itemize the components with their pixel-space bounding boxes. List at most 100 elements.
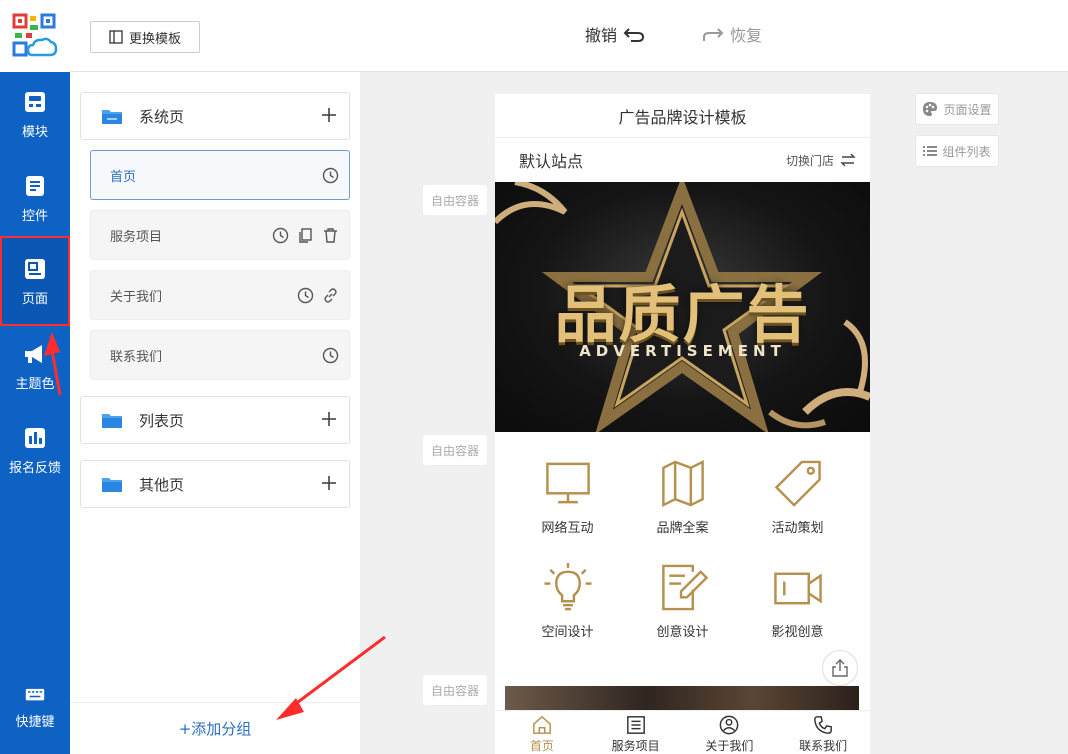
folder-icon (102, 478, 122, 492)
tag-icon (774, 460, 821, 507)
sidebar-item-label: 主题色 (15, 376, 55, 392)
palette-icon (923, 102, 938, 116)
undo-icon (623, 28, 645, 42)
sidebar-item-feedback[interactable]: 报名反馈 (0, 408, 70, 492)
trash-icon[interactable] (322, 227, 339, 244)
page-group-list[interactable]: 列表页 (80, 396, 350, 444)
plus-icon[interactable] (319, 105, 339, 125)
tab-home[interactable]: 首页 (495, 711, 589, 754)
page-group-other[interactable]: 其他页 (80, 460, 350, 508)
page-settings-button[interactable]: 页面设置 (915, 93, 999, 125)
swap-icon (840, 153, 856, 167)
page-icon (25, 258, 45, 279)
folder-icon (102, 414, 122, 428)
phone-preview: 广告品牌设计模板 默认站点 切换门店 品质广告 ADVERTISEMENT 网络… (495, 94, 870, 754)
left-sidebar: 模块 控件 页面 主题色 报名反馈 快捷键 (0, 0, 70, 754)
grid-item-brand[interactable]: 品牌全案 (620, 432, 745, 536)
top-toolbar: 更换模板 撤销 恢复 (70, 0, 1068, 72)
change-template-button[interactable]: 更换模板 (90, 21, 200, 53)
layout-icon (109, 30, 123, 44)
sidebar-item-theme-color[interactable]: 主题色 (0, 324, 70, 408)
tab-label: 首页 (529, 739, 554, 753)
grid-item-label: 空间设计 (541, 625, 594, 640)
tab-label: 服务项目 (611, 739, 660, 753)
history-icon[interactable] (297, 287, 314, 304)
sidebar-item-shortcuts[interactable]: 快捷键 (0, 672, 70, 742)
page-item-contact[interactable]: 联系我们 (90, 330, 350, 380)
component-list-button[interactable]: 组件列表 (915, 135, 999, 167)
grid-item-space[interactable]: 空间设计 (505, 536, 630, 640)
phone-icon (814, 716, 833, 734)
edit-doc-icon (661, 564, 708, 611)
phone-tabbar: 首页 服务项目 关于我们 联系我们 (495, 710, 870, 754)
monitor-icon (545, 462, 590, 504)
sidebar-item-label: 页面 (21, 291, 48, 307)
copy-icon[interactable] (297, 227, 314, 244)
video-icon (773, 572, 822, 605)
grid-item-network[interactable]: 网络互动 (505, 432, 630, 536)
history-icon[interactable] (322, 347, 339, 364)
free-container-tag[interactable]: 自由容器 (423, 185, 487, 215)
undo-button[interactable]: 撤销 (585, 22, 645, 46)
page-item-home[interactable]: 首页 (90, 150, 350, 200)
service-grid: 网络互动 品牌全案 活动策划 空间设计 创意设计 影视创意 (495, 432, 870, 682)
keyboard-icon (25, 688, 45, 700)
free-container-tag[interactable]: 自由容器 (423, 675, 487, 705)
group-name: 其他页 (139, 475, 185, 494)
sidebar-item-label: 模块 (21, 124, 48, 140)
tab-label: 联系我们 (799, 739, 848, 753)
qr-cloud-logo-icon (12, 13, 58, 57)
sidebar-item-widget[interactable]: 控件 (0, 156, 70, 240)
page-settings-label: 页面设置 (943, 102, 992, 117)
sidebar-item-label: 控件 (21, 208, 48, 224)
store-name: 默认站点 (519, 152, 584, 171)
tab-contact[interactable]: 联系我们 (776, 711, 870, 754)
switch-store-button[interactable]: 切换门店 (786, 152, 856, 169)
widget-icon (26, 175, 44, 196)
sidebar-item-label: 报名反馈 (8, 460, 61, 476)
redo-icon (703, 28, 724, 41)
page-item-about[interactable]: 关于我们 (90, 270, 350, 320)
group-name: 系统页 (139, 107, 185, 126)
page-item-label: 服务项目 (110, 229, 163, 245)
history-icon[interactable] (322, 167, 339, 184)
page-item-label: 首页 (110, 169, 137, 185)
sidebar-item-label: 快捷键 (15, 714, 55, 730)
user-icon (720, 715, 739, 735)
history-icon[interactable] (272, 227, 289, 244)
tab-services[interactable]: 服务项目 (589, 711, 683, 754)
banner-subtitle: ADVERTISEMENT (579, 342, 786, 360)
free-container-tag[interactable]: 自由容器 (423, 435, 487, 465)
sidebar-item-page[interactable]: 页面 (0, 236, 70, 326)
sidebar-item-module[interactable]: 模块 (0, 72, 70, 156)
banner-title: 品质广告 (554, 278, 811, 351)
banner-image: 品质广告 ADVERTISEMENT (495, 182, 870, 432)
grid-item-video[interactable]: 影视创意 (735, 536, 860, 640)
grid-item-label: 品牌全案 (656, 521, 709, 536)
tab-about[interactable]: 关于我们 (683, 711, 777, 754)
list-icon (923, 146, 938, 156)
page-item-services[interactable]: 服务项目 (90, 210, 350, 260)
page-group-system[interactable]: 系统页 (80, 92, 350, 140)
page-item-label: 联系我们 (110, 349, 163, 365)
grid-item-creative[interactable]: 创意设计 (620, 536, 745, 640)
group-name: 列表页 (139, 411, 185, 430)
share-button[interactable] (822, 650, 858, 686)
redo-label: 恢复 (730, 26, 763, 45)
plus-icon[interactable] (319, 409, 339, 429)
grid-item-label: 活动策划 (771, 521, 824, 536)
app-logo (0, 0, 70, 72)
grid-item-events[interactable]: 活动策划 (735, 432, 860, 536)
store-bar: 默认站点 切换门店 (495, 138, 870, 182)
folder-icon (102, 110, 122, 124)
page-item-label: 关于我们 (110, 289, 163, 305)
list-icon (626, 716, 645, 734)
link-icon[interactable] (322, 287, 339, 304)
plus-icon[interactable] (319, 473, 339, 493)
component-list-label: 组件列表 (942, 144, 991, 159)
share-icon (832, 659, 848, 677)
redo-button[interactable]: 恢复 (702, 22, 762, 46)
add-group-button[interactable]: +添加分组 (70, 702, 360, 754)
switch-store-label: 切换门店 (785, 153, 834, 168)
megaphone-icon (25, 344, 42, 363)
